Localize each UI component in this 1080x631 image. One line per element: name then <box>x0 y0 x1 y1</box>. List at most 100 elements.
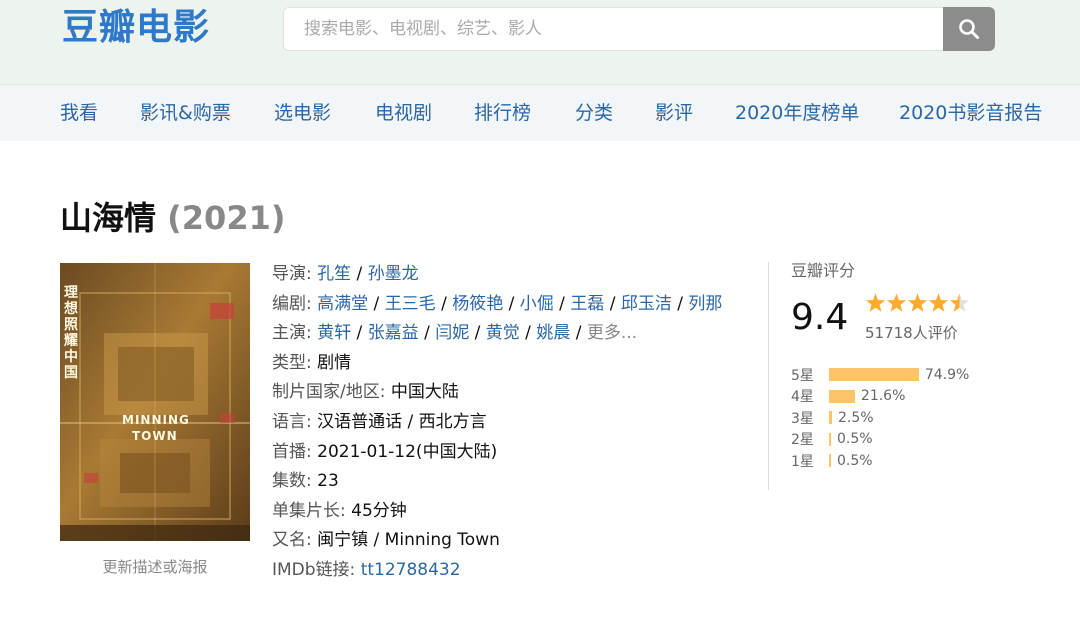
rating-bar-fill <box>829 389 855 403</box>
rating-bar-label: 4星 <box>791 389 814 406</box>
nav-item-rankings[interactable]: 排行榜 <box>474 85 531 142</box>
rating-bar-label: 3星 <box>791 410 814 427</box>
nav-item-tv[interactable]: 电视剧 <box>375 85 432 142</box>
writer-link[interactable]: 杨筱艳 <box>452 294 503 314</box>
rating-stars <box>865 292 971 318</box>
nav-item-choose-movie[interactable]: 选电影 <box>274 85 331 142</box>
imdb-link[interactable]: tt12788432 <box>361 560 461 580</box>
info-row-genre: 类型: 剧情 <box>272 349 762 379</box>
nav-item-wo-kan[interactable]: 我看 <box>60 85 98 142</box>
nav-item-categories[interactable]: 分类 <box>575 85 613 142</box>
nav-item-2020-list[interactable]: 2020年度榜单 <box>735 85 859 142</box>
nav-item-tickets[interactable]: 影讯&购票 <box>140 85 231 142</box>
rating-bar-pct: 2.5% <box>838 409 874 426</box>
search-button[interactable] <box>943 7 995 51</box>
director-link[interactable]: 孔笙 <box>317 264 351 284</box>
info-row-imdb: IMDb链接: tt12788432 <box>272 556 762 586</box>
aka-label: 又名: <box>272 530 312 551</box>
star-filled <box>886 293 907 312</box>
premiere-label: 首播: <box>272 441 312 462</box>
cast-link[interactable]: 黄轩 <box>317 323 351 343</box>
rating-bar-pct: 21.6% <box>860 388 906 405</box>
writer-link[interactable]: 王三毛 <box>385 294 436 314</box>
country-label: 制片国家/地区: <box>272 382 386 403</box>
premiere-value: 2021-01-12(中国大陆) <box>317 441 498 462</box>
writer-link[interactable]: 列那 <box>688 294 722 314</box>
writer-link[interactable]: 邱玉洁 <box>621 294 672 314</box>
rating-bar-row: 3星 2.5% <box>791 407 969 429</box>
rating-bar-fill <box>829 454 831 468</box>
rating-bar-row: 4星 21.6% <box>791 386 969 408</box>
episodes-label: 集数: <box>272 471 312 492</box>
search-input[interactable] <box>284 8 943 50</box>
star-filled <box>865 293 886 312</box>
rating-panel: 豆瓣评分 9.4 51718人评价 5星 74.9% 4星 21.6% 3星 2… <box>768 262 1008 490</box>
info-row-country: 制片国家/地区: 中国大陆 <box>272 378 762 408</box>
search-icon <box>959 19 979 39</box>
rating-bar-row: 1星 0.5% <box>791 450 969 472</box>
rating-bar-label: 2星 <box>791 432 814 449</box>
rating-bar-label: 5星 <box>791 367 814 384</box>
rating-votes-link[interactable]: 51718人评价 <box>865 322 958 343</box>
cast-link[interactable]: 姚晨 <box>536 323 570 343</box>
writer-link[interactable]: 高满堂 <box>317 294 368 314</box>
writer-link[interactable]: 小倔 <box>520 294 554 314</box>
rating-bar-fill <box>829 432 831 446</box>
country-value: 中国大陆 <box>390 382 459 403</box>
info-row-runtime: 单集片长: 45分钟 <box>272 497 762 527</box>
rating-bar-pct: 0.5% <box>837 431 873 448</box>
poster-image <box>60 263 250 541</box>
rating-bar-pct: 74.9% <box>924 366 970 383</box>
info-row-episodes: 集数: 23 <box>272 467 762 497</box>
rating-bar-row: 2星 0.5% <box>791 429 969 451</box>
nav-item-2020-report[interactable]: 2020书影音报告 <box>899 85 1042 142</box>
language-label: 语言: <box>272 411 312 432</box>
star-filled <box>907 293 928 312</box>
nav-item-reviews[interactable]: 影评 <box>655 85 693 142</box>
info-row-premiere: 首播: 2021-01-12(中国大陆) <box>272 438 762 468</box>
search-box <box>283 7 943 51</box>
cast-link[interactable]: 黄觉 <box>486 323 520 343</box>
cast-label: 主演: <box>272 323 312 344</box>
star-filled <box>928 293 949 312</box>
cast-link[interactable]: 张嘉益 <box>368 323 419 343</box>
runtime-label: 单集片长: <box>272 500 346 521</box>
writer-label: 编剧: <box>272 293 312 314</box>
rating-bar-row: 5星 74.9% <box>791 364 969 386</box>
main-nav: 我看 影讯&购票 选电影 电视剧 排行榜 分类 影评 2020年度榜单 2020… <box>0 84 1080 141</box>
director-link[interactable]: 孙墨龙 <box>368 264 419 284</box>
movie-info: 导演: 孔笙 / 孙墨龙 编剧: 高满堂 / 王三毛 / 杨筱艳 / 小倔 / … <box>272 260 762 586</box>
douban-movie-logo[interactable]: 豆瓣电影 <box>62 6 210 50</box>
cast-more-link[interactable]: 更多... <box>587 323 637 343</box>
info-row-aka: 又名: 闽宁镇 / Minning Town <box>272 526 762 556</box>
info-row-language: 语言: 汉语普通话 / 西北方言 <box>272 408 762 438</box>
language-value: 汉语普通话 / 西北方言 <box>317 411 487 432</box>
poster-vertical-text: 理想照耀中国 <box>64 285 78 381</box>
episodes-value: 23 <box>317 471 339 492</box>
poster-title-en-1: MINNING <box>122 413 190 427</box>
rating-bar-fill <box>829 368 919 382</box>
rating-bar-label: 1星 <box>791 453 814 470</box>
star-rating-icon <box>865 293 970 312</box>
runtime-value: 45分钟 <box>351 500 407 521</box>
rating-bar-fill <box>829 411 832 425</box>
cast-link[interactable]: 闫妮 <box>435 323 469 343</box>
imdb-label: IMDb链接: <box>272 559 356 580</box>
movie-title: 山海情 <box>60 199 157 237</box>
page-title: 山海情 (2021) <box>60 196 285 240</box>
rating-label: 豆瓣评分 <box>791 261 856 280</box>
rating-score: 9.4 <box>791 297 849 338</box>
poster-title-en-2: TOWN <box>132 429 178 443</box>
update-poster-link[interactable]: 更新描述或海报 <box>60 556 250 577</box>
info-row-writer: 编剧: 高满堂 / 王三毛 / 杨筱艳 / 小倔 / 王磊 / 邱玉洁 / 列那 <box>272 293 723 314</box>
genre-label: 类型: <box>272 352 312 373</box>
genre-value: 剧情 <box>317 352 352 373</box>
writer-link[interactable]: 王磊 <box>570 294 604 314</box>
director-label: 导演: <box>272 264 312 284</box>
rating-breakdown: 5星 74.9% 4星 21.6% 3星 2.5% 2星 0.5% 1星 0.5… <box>791 364 969 472</box>
movie-poster[interactable]: 理想照耀中国 MINNING TOWN <box>60 263 250 541</box>
info-row-cast: 主演: 黄轩 / 张嘉益 / 闫妮 / 黄觉 / 姚晨 / 更多... <box>272 323 638 344</box>
info-row-director: 导演: 孔笙 / 孙墨龙 <box>272 264 419 284</box>
rating-bar-pct: 0.5% <box>837 452 873 469</box>
movie-year: (2021) <box>167 199 286 237</box>
